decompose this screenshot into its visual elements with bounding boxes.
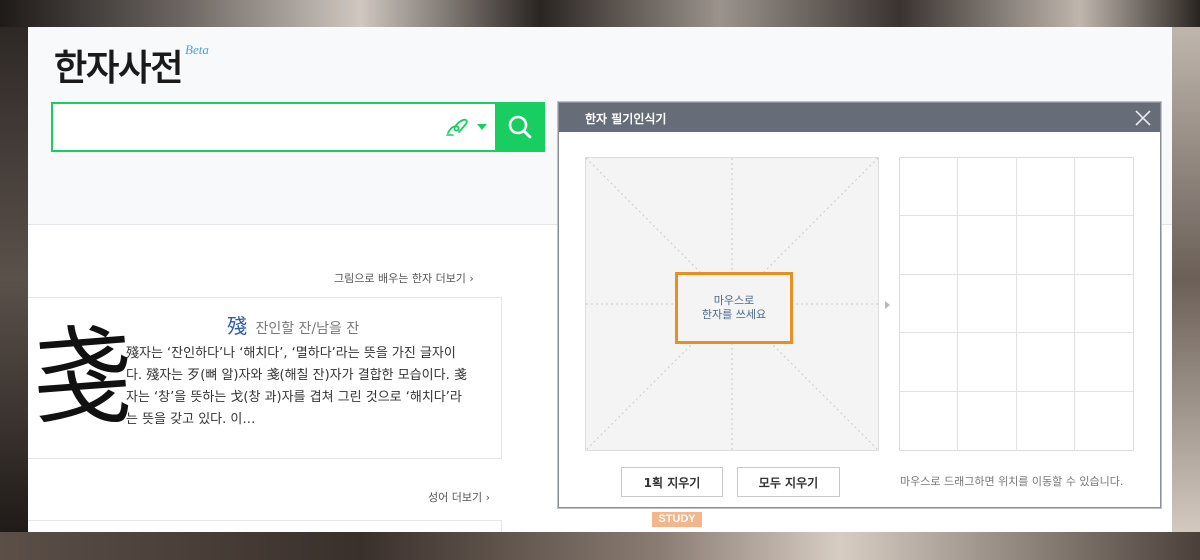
- candidate-cell[interactable]: [1016, 158, 1075, 217]
- candidate-cell[interactable]: [958, 158, 1017, 217]
- hanja-character: 殘: [227, 314, 247, 338]
- idiom-more-link[interactable]: 성어 더보기 ›: [428, 489, 490, 505]
- handwriting-recognizer-popup: 한자 필기인식기 마우스로 한자를 쓰세요 1획 지우기 모두 지우기 마우스로…: [558, 102, 1161, 508]
- search-icon: [508, 115, 532, 139]
- candidate-cell[interactable]: [900, 391, 959, 450]
- search-box: [51, 102, 545, 152]
- candidate-cell[interactable]: [958, 216, 1017, 275]
- candidate-cell[interactable]: [1075, 392, 1133, 450]
- search-input[interactable]: [53, 104, 437, 150]
- hanja-description: 殘자는 ‘잔인하다’나 ‘해치다’, ‘멸하다’라는 뜻을 가진 글자이다. 殘…: [126, 346, 467, 427]
- site-logo[interactable]: 한자사전: [54, 39, 183, 91]
- chevron-down-icon: [477, 124, 487, 130]
- candidate-cell[interactable]: [1074, 275, 1133, 334]
- candidate-cell[interactable]: [958, 391, 1017, 450]
- candidate-cell[interactable]: [900, 216, 959, 275]
- search-button[interactable]: [495, 102, 545, 152]
- popup-header[interactable]: 한자 필기인식기: [559, 103, 1160, 132]
- clear-all-button[interactable]: 모두 지우기: [737, 467, 840, 497]
- candidate-cell[interactable]: [1016, 274, 1075, 334]
- candidate-cell[interactable]: [1016, 216, 1075, 275]
- handwriting-canvas[interactable]: 마우스로 한자를 쓰세요: [585, 157, 879, 451]
- candidate-cell[interactable]: [1016, 333, 1075, 392]
- hanja-meaning: 잔인할 잔/남을 잔: [255, 321, 360, 337]
- candidate-cell[interactable]: [900, 274, 959, 334]
- background-top-strip: [0, 0, 1200, 27]
- undo-stroke-button[interactable]: 1획 지우기: [621, 467, 723, 497]
- candidate-cell[interactable]: [958, 333, 1017, 392]
- background-bottom-strip: [0, 532, 1200, 560]
- candidate-grid: [899, 157, 1134, 451]
- write-hint-line1: 마우스로: [713, 294, 755, 307]
- hanja-title[interactable]: 殘 잔인할 잔/남을 잔: [227, 310, 359, 339]
- background-right-strip: [1172, 27, 1200, 532]
- candidate-cell[interactable]: [1017, 391, 1075, 450]
- candidate-cell[interactable]: [958, 274, 1017, 334]
- hanja-illustration: 戔: [32, 316, 132, 439]
- arrow-right-icon: [885, 301, 890, 309]
- beta-label: Beta: [185, 42, 209, 57]
- candidate-cell[interactable]: [1074, 216, 1133, 275]
- candidate-cell[interactable]: [1074, 158, 1133, 217]
- write-hint-box: 마우스로 한자를 쓰세요: [675, 272, 793, 344]
- write-hint-line2: 한자를 쓰세요: [701, 308, 767, 321]
- candidate-cell[interactable]: [900, 158, 959, 217]
- close-button[interactable]: [1132, 107, 1154, 129]
- drag-hint-text: 마우스로 드래그하면 위치를 이동할 수 있습니다.: [900, 475, 1124, 488]
- handwriting-icon: [446, 118, 468, 136]
- hanja-card[interactable]: 戔 殘 잔인할 잔/남을 잔 殘자는 ‘잔인하다’나 ‘해치다’, ‘멸하다’라…: [28, 297, 502, 459]
- study-badge: STUDY: [652, 512, 702, 527]
- popup-title: 한자 필기인식기: [585, 112, 667, 126]
- idiom-card[interactable]: [28, 520, 502, 532]
- candidate-cell[interactable]: [1074, 333, 1133, 392]
- close-icon: [1135, 110, 1151, 126]
- background-left-strip: [0, 27, 28, 532]
- picture-hanja-more-link[interactable]: 그림으로 배우는 한자 더보기 ›: [334, 270, 474, 286]
- candidate-cell[interactable]: [900, 333, 959, 392]
- handwriting-toggle-button[interactable]: [437, 104, 495, 150]
